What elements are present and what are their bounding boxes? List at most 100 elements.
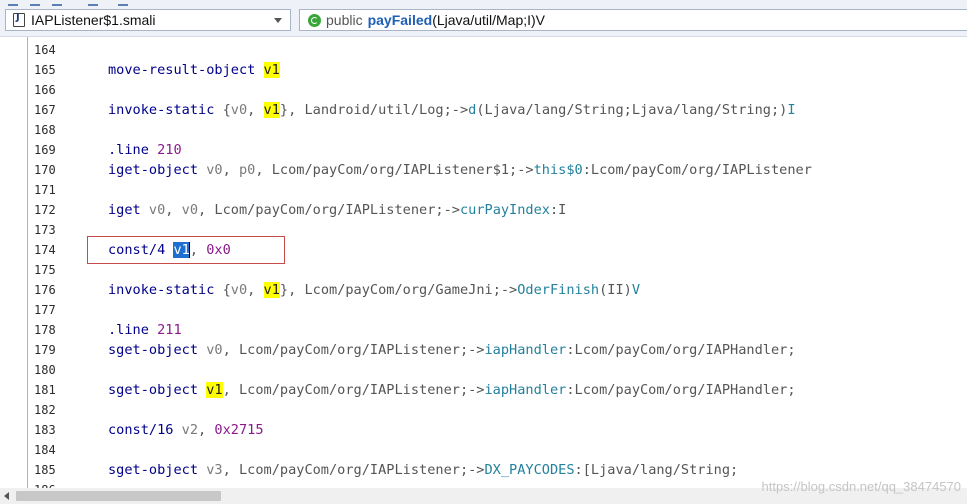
- code-token: v0: [206, 162, 223, 178]
- code-token: },: [279, 282, 305, 298]
- code-token: DX_PAYCODES: [484, 462, 575, 478]
- code-token: :[Ljava/lang/String;: [574, 462, 739, 478]
- code-token: {: [222, 282, 231, 298]
- code-token: ->: [468, 462, 485, 478]
- code-token: .line: [108, 142, 158, 158]
- line-number: 182: [34, 403, 56, 417]
- highlighted-token: v1: [263, 282, 280, 298]
- method-modifier: public: [326, 12, 363, 28]
- code-token: :I: [549, 202, 567, 218]
- code-token: v0: [230, 282, 248, 298]
- watermark: https://blog.csdn.net/qq_38474570: [761, 479, 962, 494]
- line-code: sget-object v3, Lcom/payCom/org/IAPListe…: [108, 460, 738, 480]
- line-number: 172: [34, 203, 56, 217]
- code-token: V: [631, 282, 641, 298]
- line-code: iget v0, v0, Lcom/payCom/org/IAPListener…: [108, 200, 566, 220]
- method-name: payFailed: [367, 12, 433, 28]
- line-number: 175: [34, 263, 56, 277]
- line-number: 171: [34, 183, 56, 197]
- code-token: const/16: [108, 422, 182, 438]
- line-code: move-result-object v1: [108, 60, 280, 80]
- code-token: move-result-object: [108, 62, 264, 78]
- code-token: ->: [468, 382, 485, 398]
- code-token: invoke-static: [108, 102, 223, 118]
- code-token: ,: [222, 342, 239, 358]
- code-token: Lcom/payCom/org/IAPListener;: [238, 462, 469, 478]
- code-token: {: [222, 102, 231, 118]
- file-selector[interactable]: IAPListener$1.smali: [5, 9, 291, 31]
- line-code: invoke-static {v0, v1}, Lcom/payCom/org/…: [108, 280, 640, 300]
- line-number: 168: [34, 123, 56, 137]
- line-number: 167: [34, 103, 56, 117]
- code-token: 0x2715: [214, 422, 264, 438]
- line-number: 185: [34, 463, 56, 477]
- scroll-left-icon[interactable]: [4, 492, 9, 500]
- chevron-down-icon[interactable]: [274, 17, 282, 23]
- code-editor[interactable]: 164 165 move-result-object v1 166 167 invoke-…: [0, 37, 967, 488]
- code-token: iget: [108, 202, 149, 218]
- code-token: (Ljava/lang/String;Ljava/lang/String;): [476, 102, 788, 118]
- line-number: 164: [34, 43, 56, 57]
- text-caret: [188, 242, 190, 258]
- line-number: 176: [34, 283, 56, 297]
- line-number: 179: [34, 343, 56, 357]
- code-token: v0: [148, 202, 166, 218]
- line-number: 178: [34, 323, 56, 337]
- code-token: :Lcom/payCom/org/IAPListener: [582, 162, 812, 178]
- code-token: .line: [108, 322, 158, 338]
- line-number: 166: [34, 83, 56, 97]
- code-token: sget-object: [108, 462, 207, 478]
- code-token: Lcom/payCom/org/IAPListener;: [214, 202, 444, 218]
- code-token: OderFinish: [517, 282, 600, 298]
- code-token: Lcom/payCom/org/GameJni;: [304, 282, 501, 298]
- code-token: const/4: [108, 242, 174, 258]
- code-token: :Lcom/payCom/org/IAPHandler;: [566, 342, 796, 358]
- code-token: v3: [206, 462, 223, 478]
- code-token: ,: [198, 202, 215, 218]
- line-number: 184: [34, 443, 56, 457]
- code-token: 211: [157, 322, 182, 338]
- line-code: sget-object v1, Lcom/payCom/org/IAPListe…: [108, 380, 796, 400]
- code-token: v0: [206, 342, 223, 358]
- code-token: iget-object: [108, 162, 207, 178]
- code-token: ,: [189, 242, 207, 258]
- line-number: 177: [34, 303, 56, 317]
- scrollbar-thumb[interactable]: [16, 491, 221, 501]
- code-token: Lcom/payCom/org/IAPListener;: [238, 342, 469, 358]
- public-method-icon: [308, 13, 321, 27]
- editor-header: IAPListener$1.smali public payFailed (Lj…: [0, 6, 967, 37]
- smali-editor-window: IAPListener$1.smali public payFailed (Lj…: [0, 0, 967, 504]
- code-token: ,: [255, 162, 272, 178]
- code-token: iapHandler: [484, 382, 567, 398]
- line-number: 181: [34, 383, 56, 397]
- code-token: ->: [500, 282, 518, 298]
- selected-token: v1: [173, 242, 190, 258]
- file-name: IAPListener$1.smali: [31, 12, 156, 28]
- code-token: ,: [222, 162, 239, 178]
- line-number: 165: [34, 63, 56, 77]
- code-token: (II): [599, 282, 632, 298]
- line-code: sget-object v0, Lcom/payCom/org/IAPListe…: [108, 340, 796, 360]
- code-token: ,: [165, 202, 182, 218]
- code-token: ,: [247, 282, 264, 298]
- code-token: ->: [451, 102, 469, 118]
- code-token: },: [279, 102, 305, 118]
- code-token: Lcom/payCom/org/IAPListener$1;: [271, 162, 518, 178]
- line-number: 169: [34, 143, 56, 157]
- code-token: curPayIndex: [459, 202, 550, 218]
- code-token: ->: [443, 202, 460, 218]
- line-code: iget-object v0, p0, Lcom/payCom/org/IAPL…: [108, 160, 812, 180]
- code-token: v0: [230, 102, 248, 118]
- code-token: I: [787, 102, 796, 118]
- code-token: :Lcom/payCom/org/IAPHandler;: [566, 382, 796, 398]
- editor-margin: [0, 37, 24, 488]
- code-token: iapHandler: [484, 342, 567, 358]
- line-number: 174: [34, 243, 56, 257]
- code-token: ->: [468, 342, 485, 358]
- code-token: ->: [517, 162, 534, 178]
- method-selector[interactable]: public payFailed (Ljava/util/Map;I)V: [299, 9, 967, 31]
- java-file-icon: [13, 12, 25, 27]
- code-token: sget-object: [108, 342, 207, 358]
- gutter-divider: [27, 37, 28, 488]
- line-code: const/4 v1, 0x0: [108, 240, 231, 260]
